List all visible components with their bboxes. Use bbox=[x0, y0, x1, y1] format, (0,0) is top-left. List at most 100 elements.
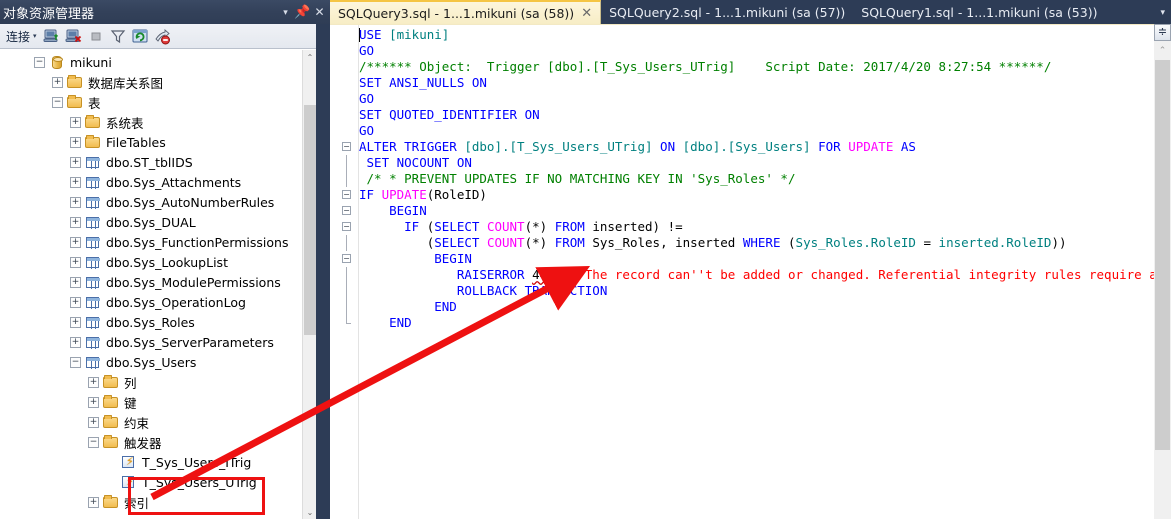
scroll-down-arrow-icon[interactable]: ⌄ bbox=[303, 505, 317, 519]
expand-toggle-icon[interactable]: + bbox=[70, 116, 81, 128]
expand-toggle-icon[interactable]: + bbox=[70, 196, 81, 208]
tree-node[interactable]: + dbo.Sys_ServerParameters bbox=[0, 332, 316, 352]
filter-icon[interactable] bbox=[108, 26, 128, 46]
tree-node[interactable]: + dbo.Sys_ModulePermissions bbox=[0, 272, 316, 292]
tree-node-label: dbo.Sys_ServerParameters bbox=[106, 334, 274, 350]
expand-toggle-icon[interactable]: + bbox=[70, 336, 81, 348]
object-explorer-scrollbar[interactable]: ⌃ ⌄ bbox=[302, 50, 317, 519]
code-line: GO bbox=[359, 43, 1171, 59]
fold-collapse-icon[interactable]: − bbox=[342, 254, 351, 263]
code-token: /* * PREVENT UPDATES IF NO MATCHING KEY … bbox=[359, 171, 796, 186]
expand-toggle-icon[interactable]: + bbox=[70, 176, 81, 188]
tree-node[interactable]: + dbo.Sys_OperationLog bbox=[0, 292, 316, 312]
close-icon[interactable]: ✕ bbox=[311, 2, 328, 22]
code-token: END bbox=[359, 299, 457, 314]
scrollbar-thumb[interactable] bbox=[304, 105, 316, 335]
table-icon bbox=[85, 255, 101, 269]
tree-node[interactable]: ⚡ T_Sys_Users_ITrig bbox=[0, 452, 316, 472]
collapse-toggle-icon[interactable]: − bbox=[70, 356, 81, 368]
connect-button-label: 连接 bbox=[6, 29, 31, 44]
tree-node[interactable]: − 触发器 bbox=[0, 432, 316, 452]
expand-toggle-icon[interactable]: + bbox=[88, 496, 99, 508]
expand-toggle-icon[interactable]: + bbox=[70, 296, 81, 308]
tree-node[interactable]: + FileTables bbox=[0, 132, 316, 152]
expand-toggle-icon[interactable]: + bbox=[70, 156, 81, 168]
scroll-up-arrow-icon[interactable]: ⌃ bbox=[1154, 42, 1171, 58]
tree-node[interactable]: + 索引 bbox=[0, 492, 316, 512]
code-token: SET NOCOUNT ON bbox=[359, 155, 472, 170]
tree-node[interactable]: + dbo.Sys_Attachments bbox=[0, 172, 316, 192]
expand-toggle-icon[interactable]: + bbox=[70, 256, 81, 268]
code-token: COUNT bbox=[486, 219, 525, 234]
connect-button[interactable]: 连接 ▾ bbox=[3, 27, 40, 46]
code-line: SET QUOTED_IDENTIFIER ON bbox=[359, 107, 1171, 123]
code-line: ALTER TRIGGER [dbo].[T_Sys_Users_UTrig] … bbox=[359, 139, 1171, 155]
code-line: SET NOCOUNT ON bbox=[359, 155, 1171, 171]
editor-scrollbar-thumb[interactable] bbox=[1155, 60, 1170, 450]
expand-toggle-icon[interactable]: + bbox=[52, 76, 63, 88]
tree-node[interactable]: + 列 bbox=[0, 372, 316, 392]
close-icon[interactable]: ✕ bbox=[581, 7, 592, 20]
expand-toggle-icon[interactable]: + bbox=[88, 396, 99, 408]
code-line: END bbox=[359, 315, 1171, 331]
folder-icon bbox=[67, 95, 83, 109]
fold-collapse-icon[interactable]: − bbox=[342, 206, 351, 215]
tab-overflow-chevron-icon[interactable]: ▾ bbox=[1160, 0, 1165, 24]
fold-collapse-icon[interactable]: − bbox=[342, 142, 351, 151]
expand-toggle-icon[interactable]: + bbox=[70, 276, 81, 288]
tree-node-label: 约束 bbox=[124, 415, 150, 431]
chevron-down-icon[interactable]: ▾ bbox=[277, 2, 294, 22]
code-line: SET ANSI_NULLS ON bbox=[359, 75, 1171, 91]
connect-object-explorer-icon[interactable] bbox=[42, 26, 62, 46]
tree-node[interactable]: + dbo.Sys_Roles bbox=[0, 312, 316, 332]
tree-node[interactable]: + dbo.Sys_AutoNumberRules bbox=[0, 192, 316, 212]
expand-toggle-icon[interactable]: + bbox=[88, 376, 99, 388]
fold-collapse-icon[interactable]: − bbox=[342, 222, 351, 231]
tree-node[interactable]: + dbo.ST_tblIDS bbox=[0, 152, 316, 172]
code-token: SET bbox=[359, 107, 390, 122]
tree-node[interactable]: + dbo.Sys_FunctionPermissions bbox=[0, 232, 316, 252]
panel-edge bbox=[316, 24, 330, 519]
collapse-toggle-icon[interactable]: − bbox=[88, 436, 99, 448]
tree-node-label: dbo.Sys_AutoNumberRules bbox=[106, 194, 275, 210]
stop-icon[interactable] bbox=[86, 26, 106, 46]
tree-node[interactable]: − 表 bbox=[0, 92, 316, 112]
disconnect-object-explorer-icon[interactable] bbox=[64, 26, 84, 46]
sync-icon[interactable] bbox=[152, 26, 172, 46]
code-line: /****** Object: Trigger [dbo].[T_Sys_Use… bbox=[359, 59, 1171, 75]
code-editor[interactable]: − − − − − USE [mikuni] GO/****** Object: Trig… bbox=[330, 24, 1171, 519]
tree-node[interactable]: + dbo.Sys_DUAL bbox=[0, 212, 316, 232]
editor-tab[interactable]: SQLQuery1.sql - 1...1.mikuni (sa (53)) bbox=[853, 0, 1105, 24]
code-token: UPDATE bbox=[381, 187, 427, 202]
expand-toggle-icon[interactable]: + bbox=[88, 416, 99, 428]
tree-node[interactable]: + 数据库关系图 bbox=[0, 72, 316, 92]
tree-node[interactable]: − dbo.Sys_Users bbox=[0, 352, 316, 372]
object-explorer-tree[interactable]: − mikuni + 数据库关系图 − 表 + 系统表 + FileTables + dbo.ST_t… bbox=[0, 50, 316, 519]
pin-icon[interactable]: 📌 bbox=[294, 2, 311, 22]
expand-toggle-icon[interactable]: + bbox=[70, 316, 81, 328]
refresh-icon[interactable] bbox=[130, 26, 150, 46]
tree-node[interactable]: − mikuni bbox=[0, 52, 316, 72]
editor-gutter[interactable]: − − − − − bbox=[330, 25, 359, 519]
code-text[interactable]: USE [mikuni] GO/****** Object: Trigger [d… bbox=[359, 25, 1171, 519]
tree-node[interactable]: + 键 bbox=[0, 392, 316, 412]
collapse-toggle-icon[interactable]: − bbox=[34, 56, 45, 68]
editor-tab[interactable]: SQLQuery2.sql - 1...1.mikuni (sa (57)) bbox=[601, 0, 853, 24]
expand-toggle-icon[interactable]: + bbox=[70, 236, 81, 248]
fold-collapse-icon[interactable]: − bbox=[342, 190, 351, 199]
split-view-button[interactable]: ≑ bbox=[1154, 24, 1171, 41]
editor-tabstrip[interactable]: SQLQuery3.sql - 1...1.mikuni (sa (58)) ✕ S… bbox=[330, 0, 1171, 24]
code-token: FROM bbox=[554, 235, 593, 250]
scroll-up-arrow-icon[interactable]: ⌃ bbox=[303, 50, 317, 64]
tree-node[interactable]: + dbo.Sys_LookupList bbox=[0, 252, 316, 272]
collapse-toggle-icon[interactable]: − bbox=[52, 96, 63, 108]
editor-tab[interactable]: SQLQuery3.sql - 1...1.mikuni (sa (58)) ✕ bbox=[330, 0, 602, 24]
expand-toggle-icon[interactable]: + bbox=[70, 216, 81, 228]
tree-node[interactable]: + 约束 bbox=[0, 412, 316, 432]
expand-toggle-icon[interactable]: + bbox=[70, 136, 81, 148]
fold-guide-line bbox=[346, 315, 347, 323]
tree-node[interactable]: + 系统表 bbox=[0, 112, 316, 132]
editor-scrollbar[interactable]: ⌃ ≑ bbox=[1154, 24, 1171, 519]
table-icon bbox=[85, 295, 101, 309]
tree-node[interactable]: ⚡ T_Sys_Users_UTrig bbox=[0, 472, 316, 492]
